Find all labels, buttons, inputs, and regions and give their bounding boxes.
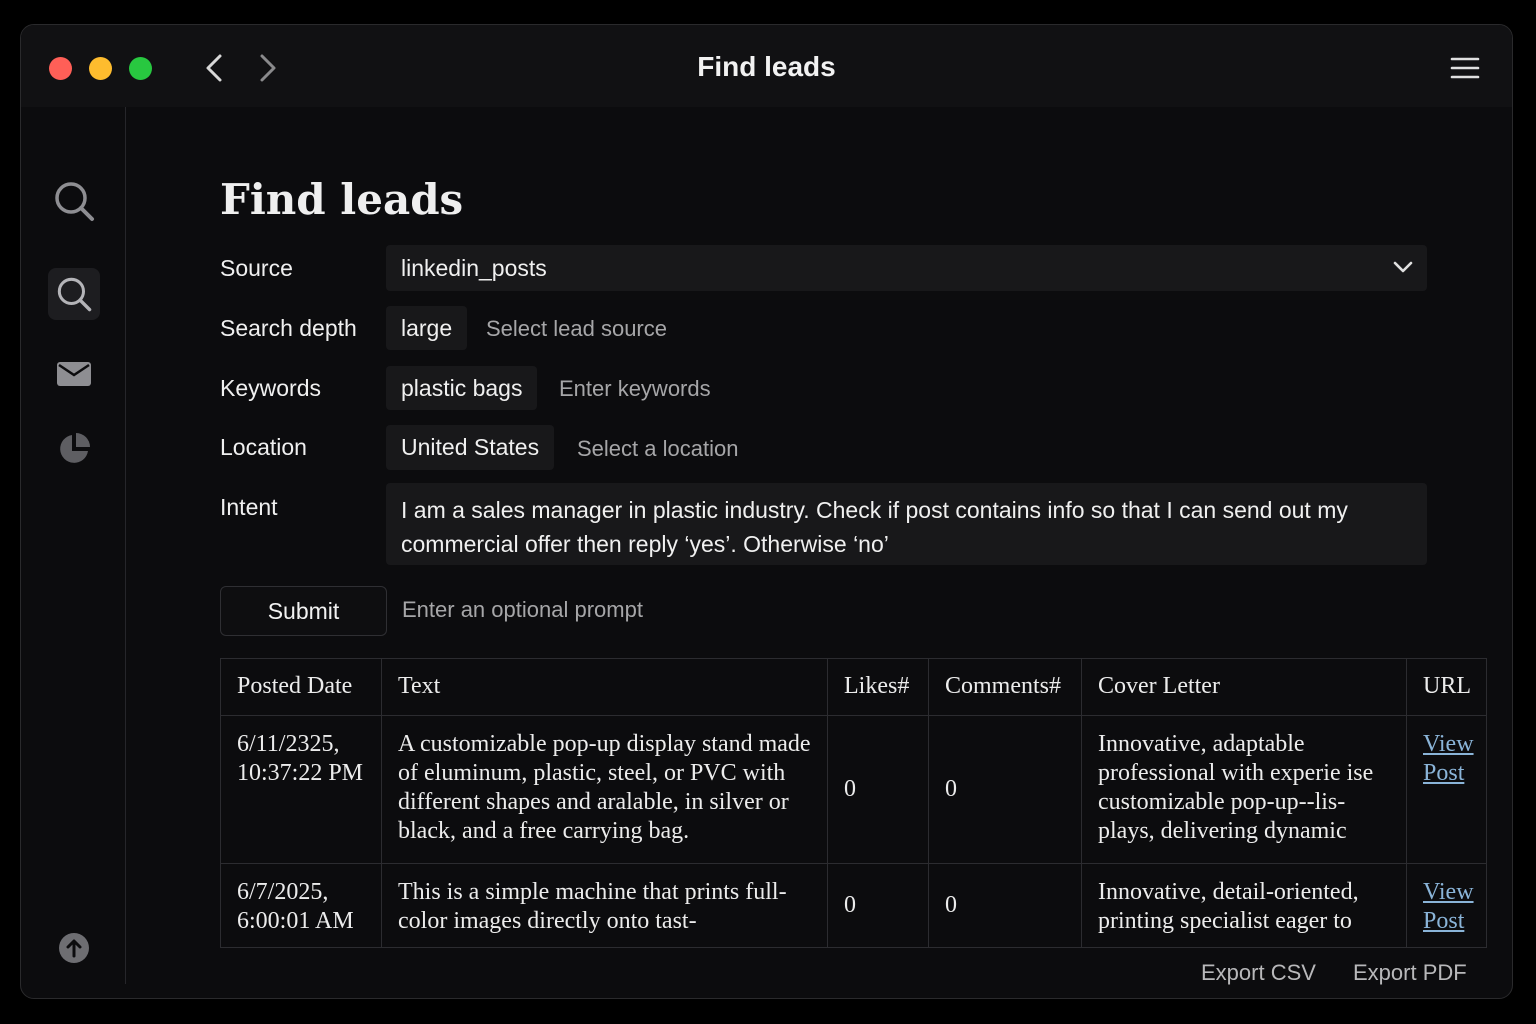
title-bar: Find leads bbox=[21, 25, 1512, 107]
keywords-label: Keywords bbox=[220, 375, 321, 401]
keyword-value: plastic bags bbox=[401, 374, 523, 401]
cell-posted-date: 6/11/2325, 10:37:22 PM bbox=[220, 715, 382, 864]
search-icon bbox=[55, 182, 94, 221]
view-post-link[interactable]: View Post bbox=[1423, 879, 1474, 934]
column-header-comments[interactable]: Comments# bbox=[928, 658, 1082, 716]
view-post-link[interactable]: View Post bbox=[1423, 731, 1474, 786]
keyword-tag[interactable]: plastic bags bbox=[386, 366, 538, 410]
cell-likes: 0 bbox=[827, 863, 929, 948]
search-depth-value: large bbox=[401, 314, 453, 341]
main-content: Find leads Source linkedin_posts Search … bbox=[126, 107, 1512, 998]
search-icon bbox=[57, 277, 92, 312]
table-header-row: Posted Date Text Likes# Comments# Cover … bbox=[220, 658, 1487, 716]
search-depth-label: Search depth bbox=[220, 315, 357, 341]
window-title: Find leads bbox=[697, 51, 836, 82]
source-label: Source bbox=[220, 255, 293, 281]
search-depth-select[interactable]: large bbox=[386, 306, 468, 350]
cell-url: View Post bbox=[1406, 715, 1487, 864]
cell-text-content: This is a simple machine that prints ful… bbox=[398, 879, 787, 934]
chevron-down-icon bbox=[1393, 261, 1413, 273]
location-value: United States bbox=[401, 434, 540, 460]
sidebar bbox=[21, 107, 126, 984]
column-header-posted-date[interactable]: Posted Date bbox=[220, 658, 382, 716]
table-row: 6/7/2025, 6:00:01 AM This is a simple ma… bbox=[220, 863, 1487, 948]
cell-cover-letter-content: Innovative, detail-oriented, printing sp… bbox=[1098, 879, 1359, 934]
table-row: 6/11/2325, 10:37:22 PM A customizable po… bbox=[220, 715, 1487, 864]
search-depth-placeholder[interactable]: Select lead source bbox=[486, 316, 667, 342]
menu-button[interactable] bbox=[1450, 55, 1480, 81]
sidebar-item-find-leads[interactable] bbox=[48, 268, 100, 320]
column-header-text[interactable]: Text bbox=[381, 658, 828, 716]
app-window: Find leads Find leads Source linkedin_po… bbox=[20, 24, 1513, 999]
cell-cover-letter: Innovative, detail-oriented, printing sp… bbox=[1081, 863, 1407, 948]
column-header-url[interactable]: URL bbox=[1406, 658, 1487, 716]
sidebar-item-upload[interactable] bbox=[48, 922, 100, 974]
column-header-likes[interactable]: Likes# bbox=[827, 658, 929, 716]
location-label: Location bbox=[220, 434, 307, 460]
sidebar-item-search[interactable] bbox=[48, 175, 100, 227]
cell-comments: 0 bbox=[928, 715, 1082, 864]
cell-likes: 0 bbox=[827, 715, 929, 864]
sidebar-item-mail[interactable] bbox=[48, 348, 100, 400]
export-csv-button[interactable]: Export CSV bbox=[1201, 960, 1316, 986]
upload-icon bbox=[59, 933, 89, 963]
page-title: Find leads bbox=[220, 175, 464, 224]
cell-cover-letter: Innovative, adaptable professional with … bbox=[1081, 715, 1407, 864]
leads-table: Posted Date Text Likes# Comments# Cover … bbox=[220, 658, 1487, 948]
cell-comments: 0 bbox=[928, 863, 1082, 948]
location-tag[interactable]: United States bbox=[386, 425, 555, 470]
pie-chart-icon bbox=[60, 433, 90, 463]
intent-label: Intent bbox=[220, 494, 278, 520]
sidebar-item-analytics[interactable] bbox=[48, 423, 100, 475]
intent-textarea[interactable]: I am a sales manager in plastic industry… bbox=[386, 483, 1427, 565]
location-input[interactable]: Select a location bbox=[577, 436, 738, 462]
cell-text: This is a simple machine that prints ful… bbox=[381, 863, 828, 948]
source-select[interactable]: linkedin_posts bbox=[386, 245, 1427, 291]
cell-text: A customizable pop-up display stand made… bbox=[381, 715, 828, 864]
mail-icon bbox=[57, 362, 91, 386]
export-pdf-button[interactable]: Export PDF bbox=[1353, 960, 1467, 986]
intent-value: I am a sales manager in plastic industry… bbox=[401, 497, 1348, 557]
cell-url: View Post bbox=[1406, 863, 1487, 948]
optional-prompt-input[interactable]: Enter an optional prompt bbox=[402, 597, 643, 623]
column-header-cover-letter[interactable]: Cover Letter bbox=[1081, 658, 1407, 716]
menu-icon bbox=[1450, 57, 1480, 79]
source-value: linkedin_posts bbox=[401, 254, 547, 281]
submit-button[interactable]: Submit bbox=[220, 586, 387, 636]
cell-posted-date: 6/7/2025, 6:00:01 AM bbox=[220, 863, 382, 948]
keywords-input[interactable]: Enter keywords bbox=[559, 376, 711, 402]
